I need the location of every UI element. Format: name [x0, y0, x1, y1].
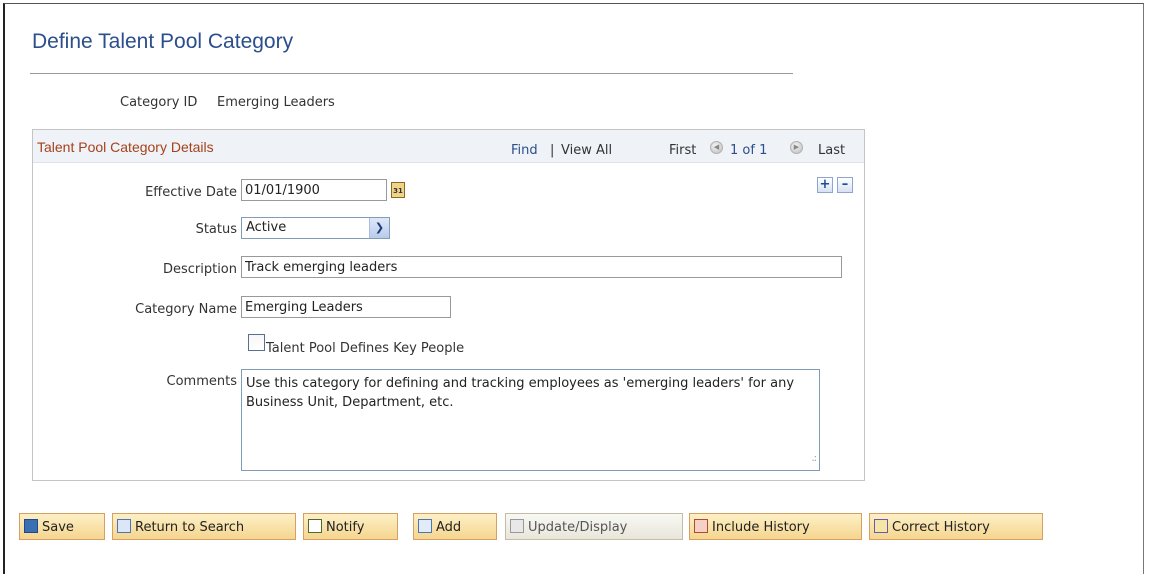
- return-search-icon: [117, 519, 131, 533]
- status-select[interactable]: Active ❯: [241, 217, 390, 239]
- correct-history-button[interactable]: Correct History: [869, 513, 1043, 540]
- key-people-label: Talent Pool Defines Key People: [266, 341, 465, 356]
- save-label: Save: [42, 520, 74, 535]
- save-button[interactable]: Save: [19, 513, 105, 540]
- category-id-value: Emerging Leaders: [217, 95, 335, 110]
- row-counter: 1 of 1: [730, 143, 768, 158]
- description-label: Description: [162, 262, 237, 277]
- calendar-icon[interactable]: 31: [391, 182, 405, 198]
- notify-icon: [308, 519, 322, 533]
- resize-grip-icon[interactable]: .:: [811, 449, 816, 468]
- previous-row-icon[interactable]: ◀: [710, 141, 723, 154]
- next-row-icon[interactable]: ▶: [790, 141, 803, 154]
- update-display-button[interactable]: Update/Display: [505, 513, 683, 540]
- add-label: Add: [436, 520, 462, 535]
- category-name-label: Category Name: [135, 302, 237, 317]
- effective-date-label: Effective Date: [145, 185, 237, 200]
- notify-label: Notify: [326, 520, 365, 535]
- return-to-search-button[interactable]: Return to Search: [112, 513, 296, 540]
- add-icon: [418, 519, 432, 533]
- comments-textarea[interactable]: Use this category for defining and track…: [241, 369, 820, 471]
- group-header: Talent Pool Category Details Find | View…: [33, 130, 864, 163]
- return-to-search-label: Return to Search: [135, 520, 245, 535]
- include-history-label: Include History: [712, 520, 810, 535]
- group-title: Talent Pool Category Details: [37, 139, 214, 155]
- category-id-label: Category ID: [120, 95, 198, 110]
- add-row-icon[interactable]: +: [817, 177, 833, 193]
- chevron-down-icon[interactable]: ❯: [369, 218, 389, 238]
- include-history-button[interactable]: Include History: [689, 513, 862, 540]
- title-divider: [30, 73, 793, 74]
- key-people-checkbox[interactable]: [248, 334, 265, 351]
- correct-history-icon: [874, 519, 888, 533]
- last-label: Last: [818, 143, 846, 158]
- effective-date-field[interactable]: 01/01/1900: [241, 179, 387, 201]
- include-history-icon: [694, 519, 708, 533]
- page-title: Define Talent Pool Category: [32, 30, 294, 53]
- status-selected-value: Active: [246, 220, 287, 235]
- comments-label: Comments: [166, 374, 237, 389]
- view-all-link[interactable]: View All: [561, 143, 612, 158]
- comments-text: Use this category for defining and track…: [246, 376, 795, 410]
- find-link[interactable]: Find: [511, 143, 538, 158]
- category-name-field[interactable]: Emerging Leaders: [241, 296, 451, 318]
- update-display-label: Update/Display: [528, 520, 628, 535]
- save-icon: [24, 519, 38, 533]
- correct-history-label: Correct History: [892, 520, 990, 535]
- delete-row-icon[interactable]: –: [837, 177, 853, 193]
- description-field[interactable]: Track emerging leaders: [241, 256, 842, 278]
- update-display-icon: [510, 519, 524, 533]
- first-label: First: [669, 143, 697, 158]
- notify-button[interactable]: Notify: [303, 513, 398, 540]
- add-button[interactable]: Add: [413, 513, 497, 540]
- nav-separator: |: [550, 143, 555, 158]
- status-label: Status: [195, 222, 237, 237]
